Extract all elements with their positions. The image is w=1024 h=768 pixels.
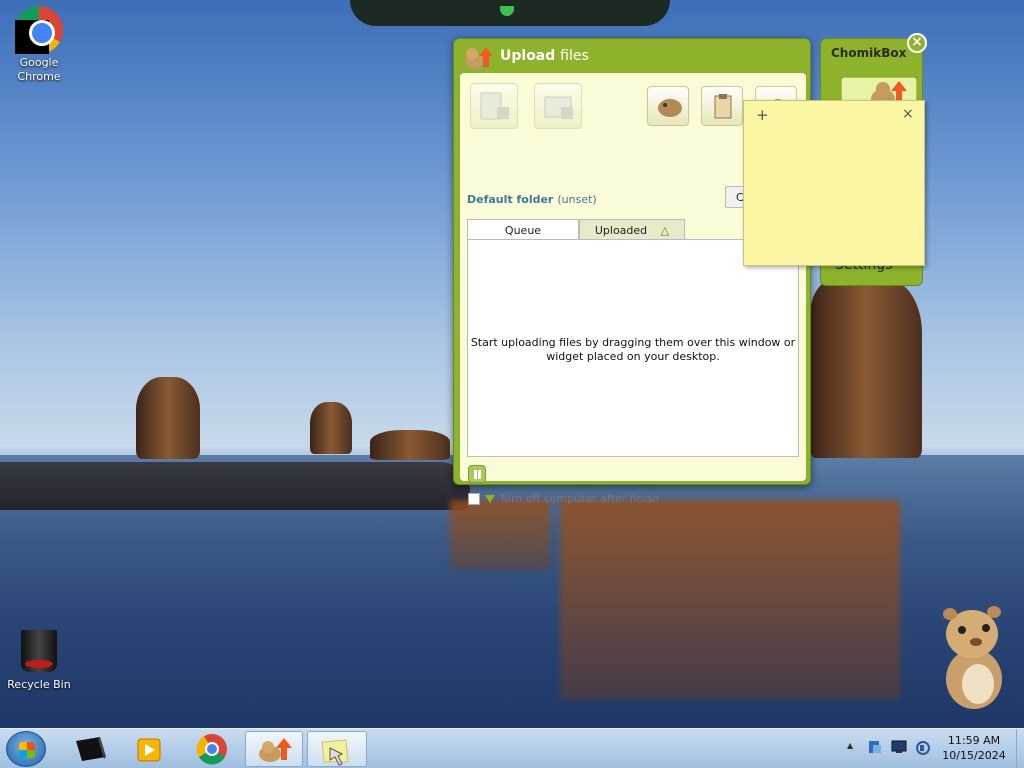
wallpaper-rock (310, 402, 352, 454)
add-folder-button[interactable] (534, 83, 582, 129)
chomikbox-icon (259, 738, 292, 762)
start-button[interactable] (6, 731, 46, 767)
wallpaper-rock (136, 377, 200, 459)
wallpaper-reflection (560, 500, 900, 700)
monitor-icon[interactable] (891, 740, 907, 754)
recycle-bin-icon (21, 630, 57, 672)
default-folder-label: Default folder (unset) (467, 193, 597, 206)
virtualbox-icon (76, 737, 106, 761)
show-desktop-button[interactable] (1016, 729, 1024, 768)
taskbar-virtualbox[interactable] (62, 731, 118, 767)
add-files-button[interactable] (470, 83, 518, 129)
taskbar-media-player[interactable] (120, 731, 176, 767)
desktop-icon-recycle-bin[interactable]: Recycle Bin (1, 630, 77, 692)
clipboard-button[interactable] (701, 86, 743, 126)
wallpaper-rock (810, 280, 922, 458)
hamster-account-button[interactable] (647, 86, 689, 126)
sticky-notes-icon (321, 739, 349, 766)
add-file-icon (480, 92, 509, 120)
desktop-icon-label: Google (19, 56, 59, 69)
chrome-icon-overlay (15, 20, 49, 54)
desktop-icon-google-chrome[interactable]: Google Chrome (1, 6, 77, 84)
window-title: Upload files (500, 48, 589, 64)
tab-uploaded-label: Uploaded (594, 224, 648, 237)
upload-queue-list[interactable]: Start uploading files by dragging them o… (467, 239, 799, 457)
taskbar-chrome[interactable] (184, 731, 240, 767)
media-player-icon (137, 738, 161, 762)
default-folder-value: (unset) (557, 193, 597, 206)
clipboard-icon (714, 94, 732, 119)
pause-button[interactable] (468, 465, 486, 483)
sticky-note[interactable]: + × (743, 100, 925, 266)
taskbar: ▲ 11:59 AM 10/15/2024 (0, 728, 1024, 768)
triangle-down-icon (485, 495, 495, 503)
empty-queue-message: Start uploading files by dragging them o… (470, 336, 796, 363)
wallpaper-shore (0, 462, 470, 510)
add-folder-icon (544, 96, 573, 119)
wallpaper-rock (370, 430, 450, 460)
wallpaper-reflection (450, 500, 550, 570)
system-tray: ▲ (845, 739, 945, 757)
tab-uploaded[interactable]: Uploaded △ (579, 219, 685, 241)
speaker-icon[interactable] (915, 740, 931, 756)
taskbar-chomikbox[interactable] (245, 731, 303, 767)
add-note-button[interactable]: + (756, 106, 769, 124)
clock-date: 10/15/2024 (942, 749, 1006, 762)
close-note-button[interactable]: × (902, 106, 914, 122)
chrome-icon (15, 6, 63, 54)
network-icon[interactable] (867, 739, 883, 755)
chomikbox-app-icon (465, 47, 493, 69)
hamster-mascot-icon[interactable] (934, 604, 1010, 712)
top-dock (350, 0, 670, 26)
tray-expand-arrow[interactable]: ▲ (847, 741, 853, 750)
turn-off-label: Turn off computer after finish (499, 492, 660, 505)
hamster-icon (658, 99, 682, 117)
widget-title: ChomikBox (831, 46, 907, 60)
widget-close-button[interactable]: × (907, 33, 927, 53)
dock-indicator (500, 6, 514, 16)
collapse-triangle-icon: △ (660, 224, 670, 237)
turn-off-checkbox[interactable] (468, 493, 480, 505)
clock-time: 11:59 AM (947, 734, 1001, 747)
taskbar-clock[interactable]: 11:59 AM 10/15/2024 (935, 733, 1013, 763)
taskbar-sticky-notes[interactable] (307, 731, 367, 767)
desktop-icon-label: Chrome (17, 70, 61, 83)
chrome-icon (196, 734, 227, 765)
desktop-icon-label: Recycle Bin (7, 678, 71, 691)
